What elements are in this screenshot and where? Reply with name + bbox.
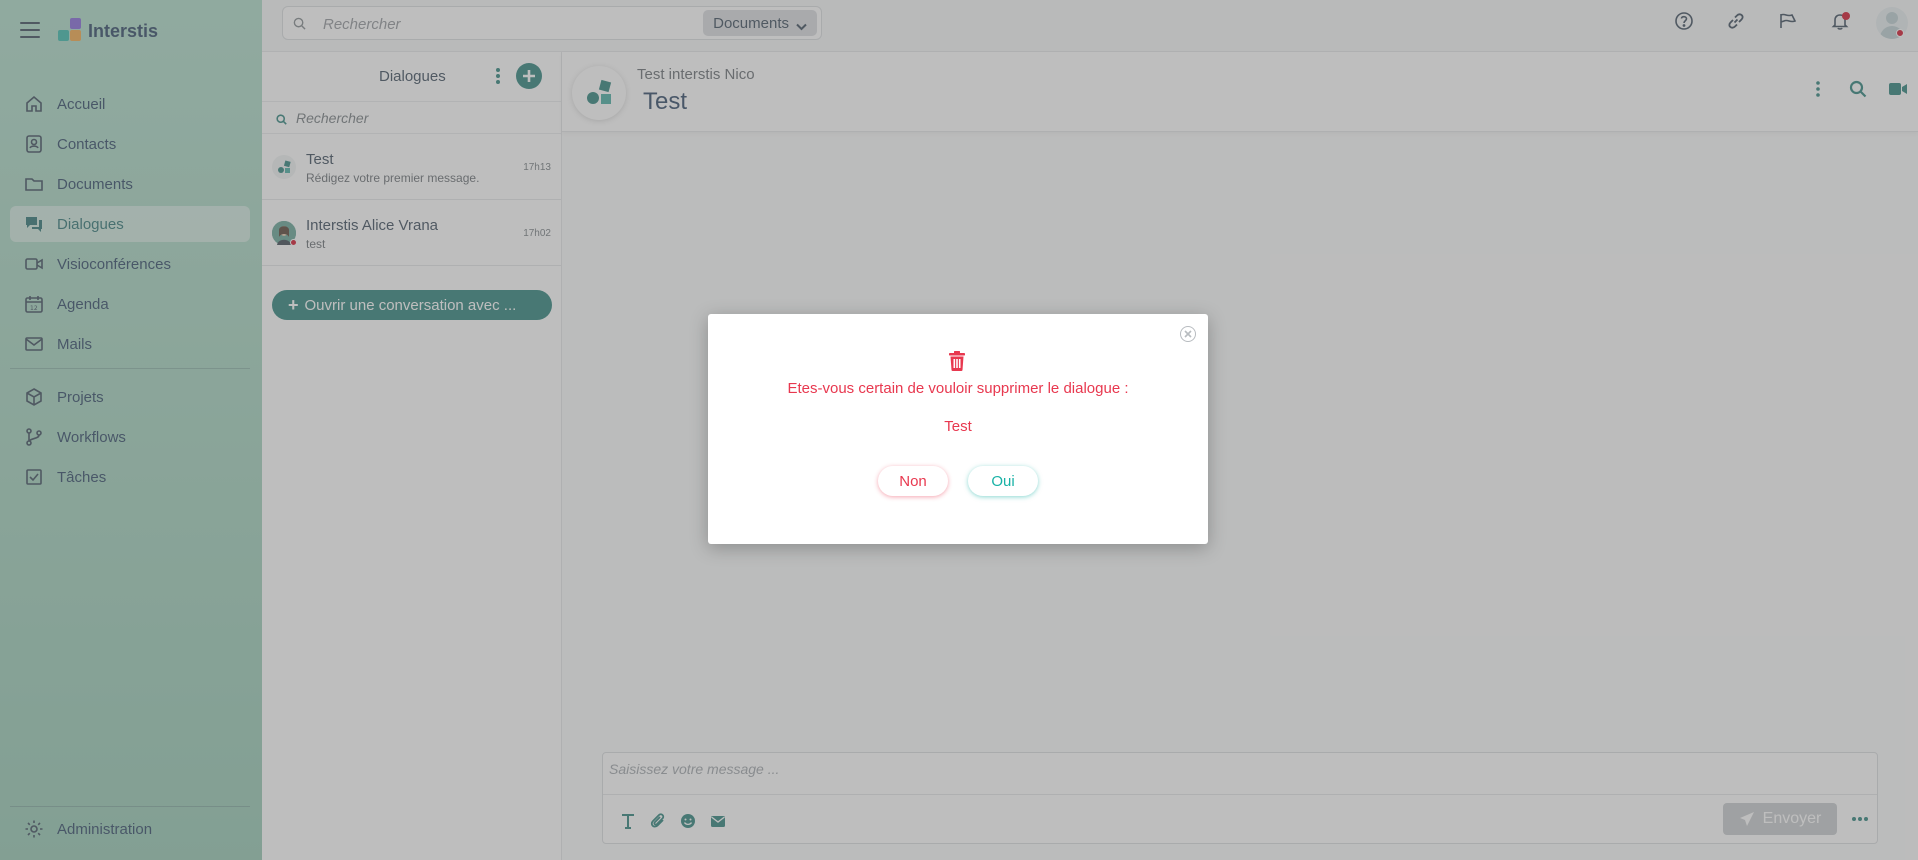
confirm-button[interactable]: Oui — [968, 466, 1038, 496]
delete-dialog-modal: Etes-vous certain de vouloir supprimer l… — [708, 314, 1208, 544]
close-icon[interactable] — [1180, 326, 1196, 342]
modal-backdrop[interactable]: Etes-vous certain de vouloir supprimer l… — [0, 0, 1918, 860]
modal-target-name: Test — [944, 418, 972, 435]
modal-question: Etes-vous certain de vouloir supprimer l… — [787, 380, 1129, 397]
trash-icon — [948, 351, 966, 376]
cancel-button[interactable]: Non — [878, 466, 948, 496]
